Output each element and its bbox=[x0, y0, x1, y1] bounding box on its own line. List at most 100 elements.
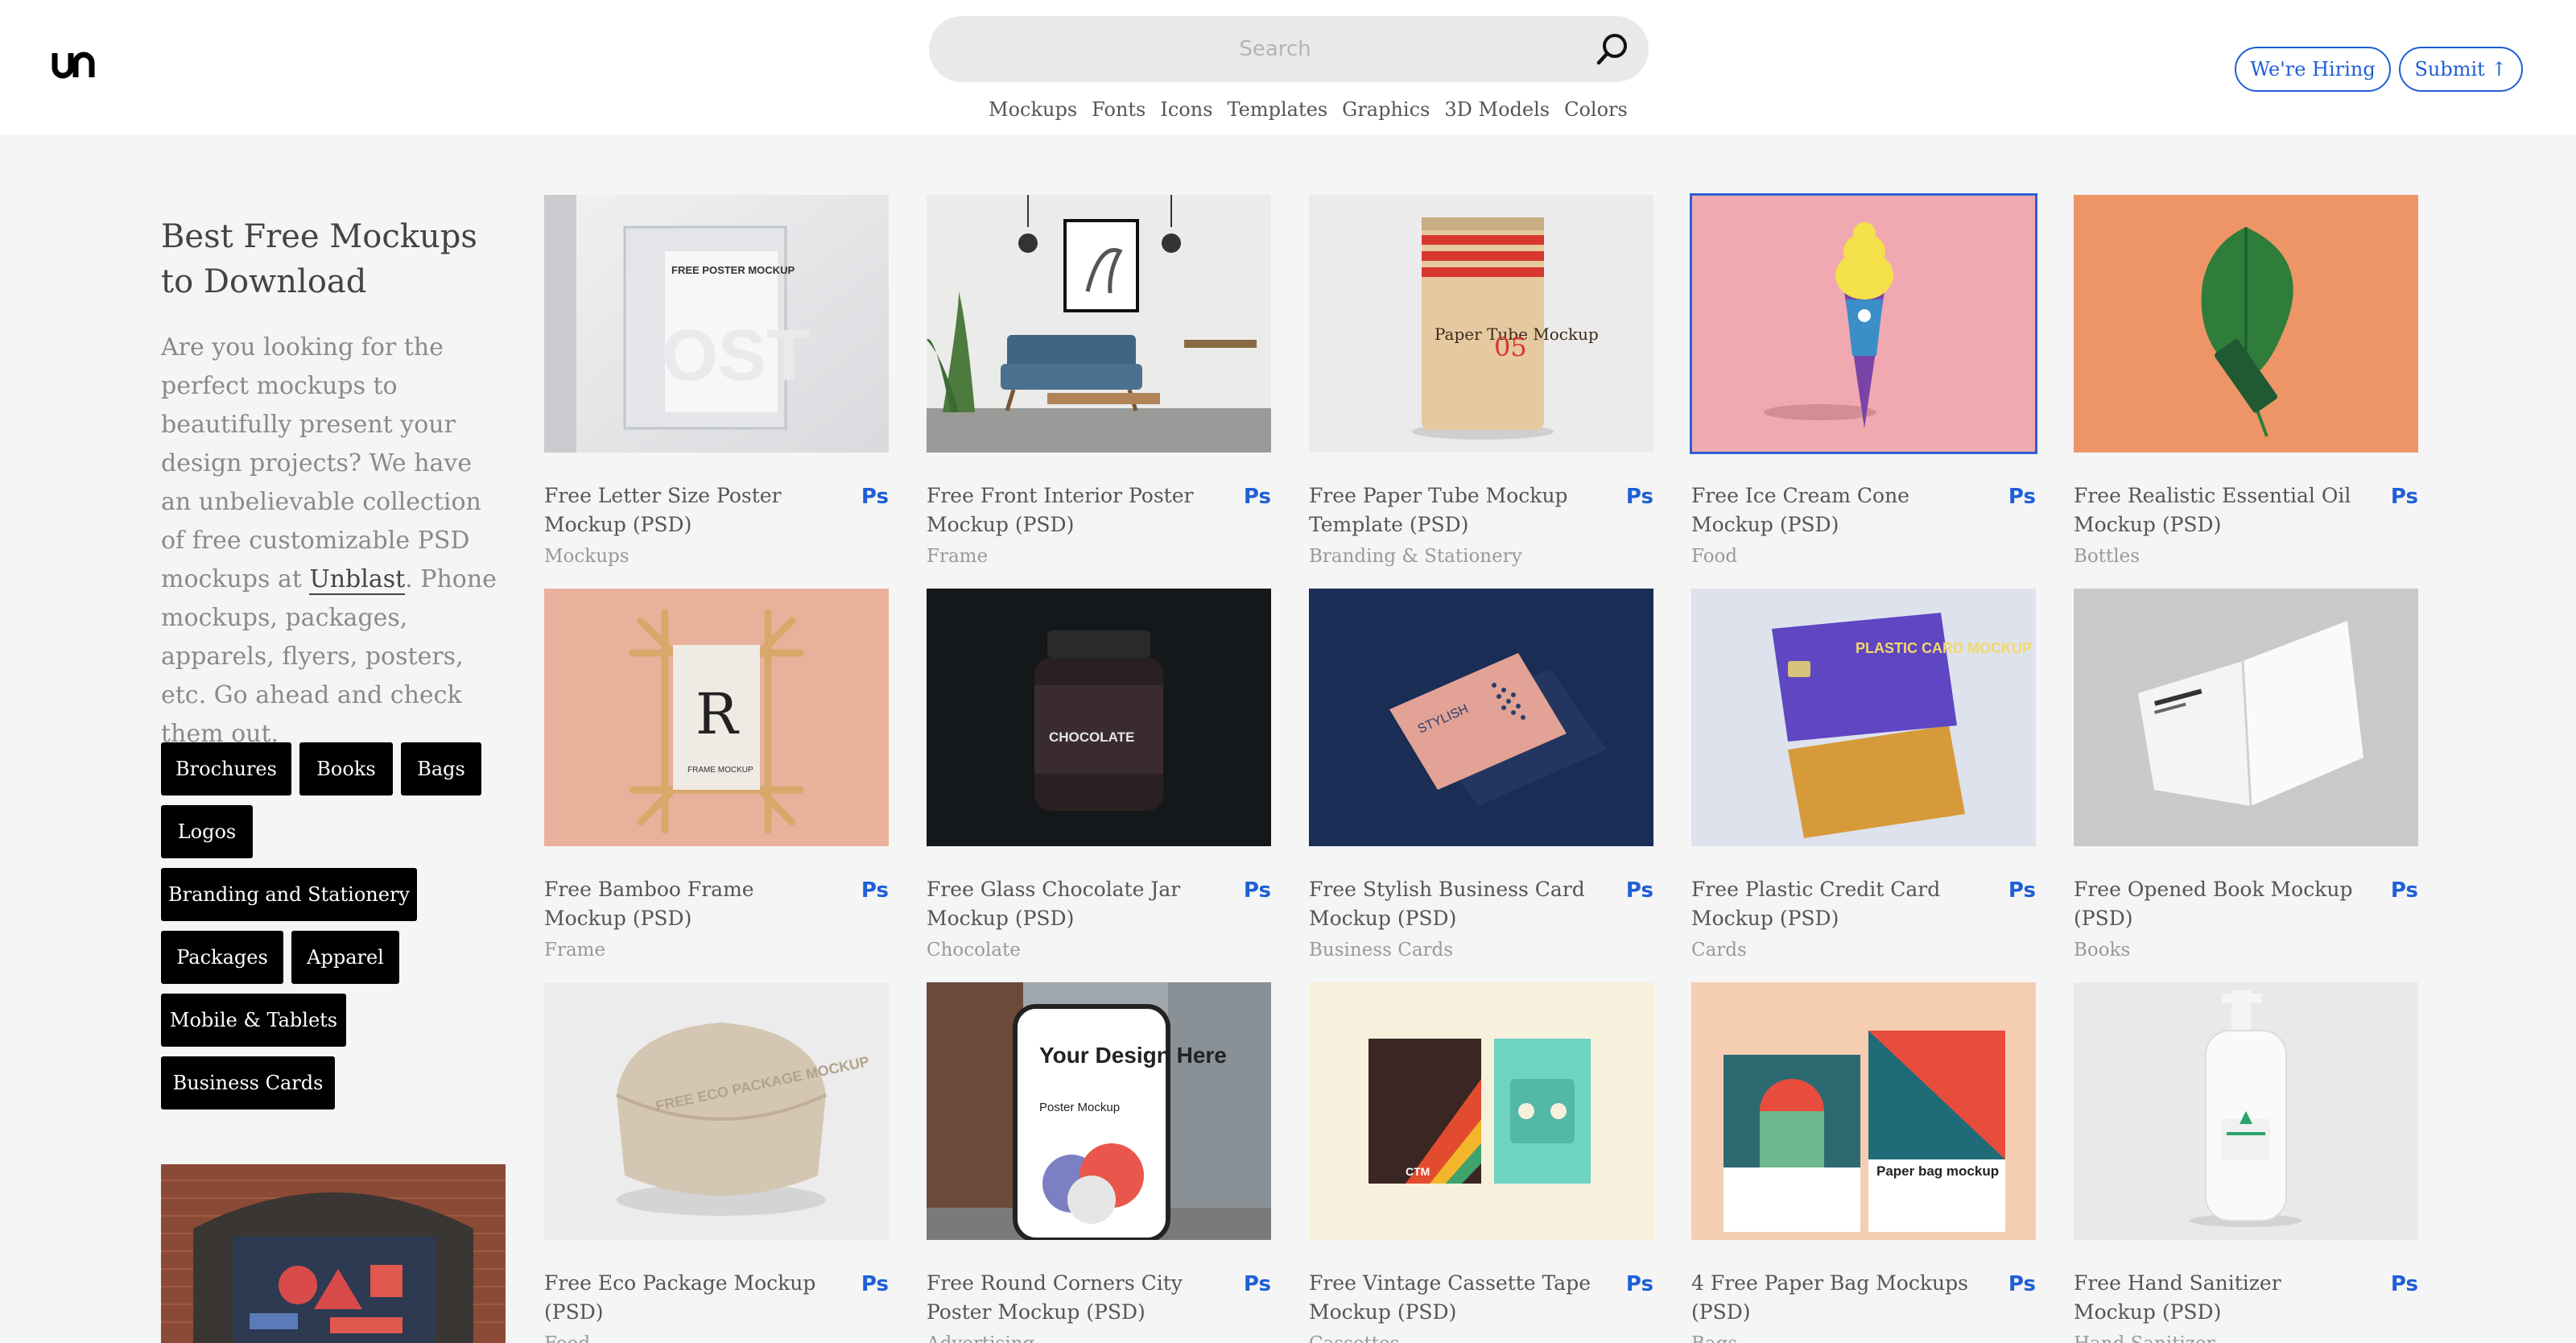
unblast-logo[interactable] bbox=[52, 45, 95, 82]
nav-mockups[interactable]: Mockups bbox=[989, 98, 1077, 127]
card-title[interactable]: Free Eco Package Mockup (PSD) bbox=[544, 1269, 834, 1327]
nav-fonts[interactable]: Fonts bbox=[1092, 98, 1146, 127]
card-category[interactable]: Bags bbox=[1691, 1333, 1981, 1343]
card-thumbnail[interactable]: CTM bbox=[1309, 982, 1653, 1240]
card-category[interactable]: Business Cards bbox=[1309, 940, 1599, 961]
card-category[interactable]: Frame bbox=[927, 546, 1216, 567]
card-front-interior[interactable]: Free Front Interior Poster Mockup (PSD) … bbox=[927, 195, 1271, 567]
card-category[interactable]: Food bbox=[1691, 546, 1981, 567]
card-title[interactable]: Free Opened Book Mockup (PSD) bbox=[2074, 875, 2363, 933]
tag-books[interactable]: Books bbox=[299, 742, 393, 795]
card-title[interactable]: Free Bamboo Frame Mockup (PSD) bbox=[544, 875, 834, 933]
card-chocolate-jar[interactable]: CHOCOLATE Free Glass Chocolate Jar Mocku… bbox=[927, 589, 1271, 961]
card-category[interactable]: Bottles bbox=[2074, 546, 2363, 567]
card-cassette-tape[interactable]: CTM Free Vintage Cassette Tape Mockup (P… bbox=[1309, 982, 1653, 1343]
hiring-button[interactable]: We're Hiring bbox=[2235, 47, 2391, 92]
cassette-mockup-image: CTM bbox=[1309, 982, 1653, 1240]
tag-mobile-tablets[interactable]: Mobile & Tablets bbox=[161, 994, 346, 1047]
tube-number: 05 bbox=[1494, 332, 1527, 362]
unblast-link[interactable]: Unblast bbox=[309, 565, 406, 595]
nav-3d-models[interactable]: 3D Models bbox=[1444, 98, 1550, 127]
card-thumbnail[interactable] bbox=[2074, 195, 2418, 452]
submit-label: Submit bbox=[2414, 58, 2485, 81]
card-eco-package[interactable]: FREE ECO PACKAGE MOCKUP Free Eco Package… bbox=[544, 982, 889, 1343]
tag-bags[interactable]: Bags bbox=[401, 742, 481, 795]
interior-mockup-image bbox=[927, 195, 1271, 452]
card-category[interactable]: Hand Sanitizer bbox=[2074, 1333, 2363, 1343]
tag-apparel[interactable]: Apparel bbox=[291, 931, 399, 984]
bamboo-mockup-image: R FRAME MOCKUP bbox=[544, 589, 889, 846]
sidebar: Best Free Mockups to Download Are you lo… bbox=[161, 214, 507, 754]
nav-graphics[interactable]: Graphics bbox=[1342, 98, 1430, 127]
photoshop-badge: Ps bbox=[1625, 1272, 1653, 1296]
card-title[interactable]: Free Letter Size Poster Mockup (PSD) bbox=[544, 481, 834, 539]
card-thumbnail[interactable]: Paper Tube Mockup 05 bbox=[1309, 195, 1653, 452]
card-category[interactable]: Mockups bbox=[544, 546, 834, 567]
card-thumbnail[interactable]: FREE POSTER MOCKUP OST bbox=[544, 195, 889, 452]
card-title[interactable]: Free Stylish Business Card Mockup (PSD) bbox=[1309, 875, 1599, 933]
submit-button[interactable]: Submit ↑ bbox=[2399, 47, 2523, 92]
card-title[interactable]: Free Hand Sanitizer Mockup (PSD) bbox=[2074, 1269, 2363, 1327]
card-paper-bag[interactable]: Paper bag mockup 4 Free Paper Bag Mockup… bbox=[1691, 982, 2036, 1343]
card-credit-card[interactable]: PLASTIC CARD MOCKUP Free Plastic Credit … bbox=[1691, 589, 2036, 961]
nav-colors[interactable]: Colors bbox=[1564, 98, 1628, 127]
card-thumbnail[interactable]: Paper bag mockup bbox=[1691, 982, 2036, 1240]
nav-icons[interactable]: Icons bbox=[1160, 98, 1212, 127]
card-title[interactable]: Free Paper Tube Mockup Template (PSD) bbox=[1309, 481, 1599, 539]
search-input[interactable] bbox=[953, 16, 1597, 82]
page-title: Best Free Mockups to Download bbox=[161, 218, 477, 300]
tag-brochures[interactable]: Brochures bbox=[161, 742, 291, 795]
card-paper-tube[interactable]: Paper Tube Mockup 05 Free Paper Tube Moc… bbox=[1309, 195, 1653, 567]
icecream-mockup-image bbox=[1691, 195, 2036, 452]
tag-packages[interactable]: Packages bbox=[161, 931, 283, 984]
nav-templates[interactable]: Templates bbox=[1228, 98, 1328, 127]
card-thumbnail[interactable]: STYLISH bbox=[1309, 589, 1653, 846]
search-icon[interactable] bbox=[1594, 31, 1631, 68]
card-city-poster[interactable]: Your Design Here Poster Mockup Free Roun… bbox=[927, 982, 1271, 1343]
photoshop-badge: Ps bbox=[2390, 1272, 2418, 1296]
card-thumbnail[interactable] bbox=[2074, 982, 2418, 1240]
paperbag-label: Paper bag mockup bbox=[1876, 1163, 1999, 1179]
photoshop-badge: Ps bbox=[1243, 1272, 1271, 1296]
card-category[interactable]: Food bbox=[544, 1333, 834, 1343]
tag-business-cards[interactable]: Business Cards bbox=[161, 1056, 335, 1110]
card-thumbnail[interactable]: Your Design Here Poster Mockup bbox=[927, 982, 1271, 1240]
oil-mockup-image bbox=[2074, 195, 2418, 452]
card-title[interactable]: Free Vintage Cassette Tape Mockup (PSD) bbox=[1309, 1269, 1599, 1327]
card-thumbnail[interactable] bbox=[927, 195, 1271, 452]
card-ice-cream[interactable]: Free Ice Cream Cone Mockup (PSD) Ps Food bbox=[1690, 193, 2037, 567]
card-category[interactable]: Chocolate bbox=[927, 940, 1216, 961]
card-category[interactable]: Books bbox=[2074, 940, 2363, 961]
card-opened-book[interactable]: Free Opened Book Mockup (PSD) Ps Books bbox=[2074, 589, 2418, 961]
tag-logos[interactable]: Logos bbox=[161, 805, 253, 858]
sidebar-promo-image[interactable] bbox=[161, 1164, 506, 1343]
card-thumbnail[interactable]: R FRAME MOCKUP bbox=[544, 589, 889, 846]
card-title[interactable]: Free Plastic Credit Card Mockup (PSD) bbox=[1691, 875, 1981, 933]
card-thumbnail[interactable]: FREE ECO PACKAGE MOCKUP bbox=[544, 982, 889, 1240]
card-thumbnail[interactable]: CHOCOLATE bbox=[927, 589, 1271, 846]
card-category[interactable]: Cassettes bbox=[1309, 1333, 1599, 1343]
city-poster-title: Your Design Here bbox=[1039, 1043, 1227, 1068]
card-title[interactable]: Free Round Corners City Poster Mockup (P… bbox=[927, 1269, 1216, 1327]
photoshop-badge: Ps bbox=[1625, 878, 1653, 903]
card-essential-oil[interactable]: Free Realistic Essential Oil Mockup (PSD… bbox=[2074, 195, 2418, 567]
card-title[interactable]: 4 Free Paper Bag Mockups (PSD) bbox=[1691, 1269, 1981, 1327]
card-category[interactable]: Branding & Stationery bbox=[1309, 546, 1599, 567]
card-category[interactable]: Cards bbox=[1691, 940, 1981, 961]
card-business-card[interactable]: STYLISH Free Stylish Business Card Mocku… bbox=[1309, 589, 1653, 961]
card-title[interactable]: Free Ice Cream Cone Mockup (PSD) bbox=[1691, 481, 1981, 539]
card-category[interactable]: Frame bbox=[544, 940, 834, 961]
tag-branding-stationery[interactable]: Branding and Stationery bbox=[161, 868, 417, 921]
card-thumbnail[interactable] bbox=[2074, 589, 2418, 846]
card-bamboo-frame[interactable]: R FRAME MOCKUP Free Bamboo Frame Mockup … bbox=[544, 589, 889, 961]
photoshop-badge: Ps bbox=[1243, 485, 1271, 509]
card-title[interactable]: Free Glass Chocolate Jar Mockup (PSD) bbox=[927, 875, 1216, 933]
card-thumbnail[interactable]: PLASTIC CARD MOCKUP bbox=[1691, 589, 2036, 846]
card-title[interactable]: Free Realistic Essential Oil Mockup (PSD… bbox=[2074, 481, 2363, 539]
card-hand-sanitizer[interactable]: Free Hand Sanitizer Mockup (PSD) Ps Hand… bbox=[2074, 982, 2418, 1343]
card-title[interactable]: Free Front Interior Poster Mockup (PSD) bbox=[927, 481, 1216, 539]
photoshop-badge: Ps bbox=[2390, 485, 2418, 509]
card-letter-poster[interactable]: FREE POSTER MOCKUP OST Free Letter Size … bbox=[544, 195, 889, 567]
card-category[interactable]: Advertising bbox=[927, 1333, 1216, 1343]
card-thumbnail[interactable] bbox=[1690, 193, 2037, 454]
